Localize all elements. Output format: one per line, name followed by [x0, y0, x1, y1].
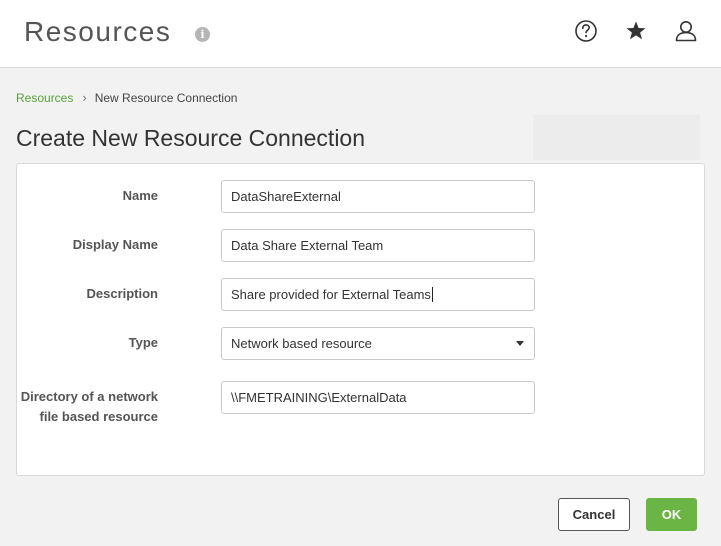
form-title: Create New Resource Connection [16, 125, 366, 151]
form-panel: Name DataShareExternal Display Name Data… [16, 163, 705, 476]
display-name-input[interactable]: Data Share External Team [221, 229, 535, 262]
page-title: Resources [24, 16, 172, 47]
breadcrumb-resources-link[interactable]: Resources [16, 91, 73, 105]
user-icon[interactable] [673, 18, 699, 44]
directory-input[interactable]: \\FMETRAINING\ExternalData [221, 381, 535, 414]
cancel-button[interactable]: Cancel [558, 498, 630, 531]
type-label: Type [128, 335, 158, 350]
name-label: Name [122, 188, 158, 203]
caret-down-icon [516, 341, 524, 346]
breadcrumb: Resources › New Resource Connection [16, 90, 238, 106]
star-icon[interactable] [623, 18, 649, 44]
type-select[interactable]: Network based resource [221, 327, 535, 360]
description-value: Share provided for External Teams [231, 287, 431, 302]
type-select-value: Network based resource [231, 336, 372, 351]
ok-button[interactable]: OK [646, 498, 697, 531]
text-cursor [431, 287, 433, 302]
description-input[interactable]: Share provided for External Teams [221, 278, 535, 311]
description-label: Description [86, 286, 158, 301]
display-name-label: Display Name [72, 237, 158, 252]
placeholder-panel [533, 115, 700, 160]
app-header: Resources i [0, 0, 721, 68]
chevron-right-icon: › [82, 90, 87, 105]
directory-label: Directory of a network file based resour… [20, 389, 158, 424]
breadcrumb-current: New Resource Connection [94, 91, 238, 105]
name-input[interactable]: DataShareExternal [221, 180, 535, 213]
help-circle-icon[interactable] [573, 18, 599, 44]
info-icon[interactable]: i [195, 27, 210, 42]
